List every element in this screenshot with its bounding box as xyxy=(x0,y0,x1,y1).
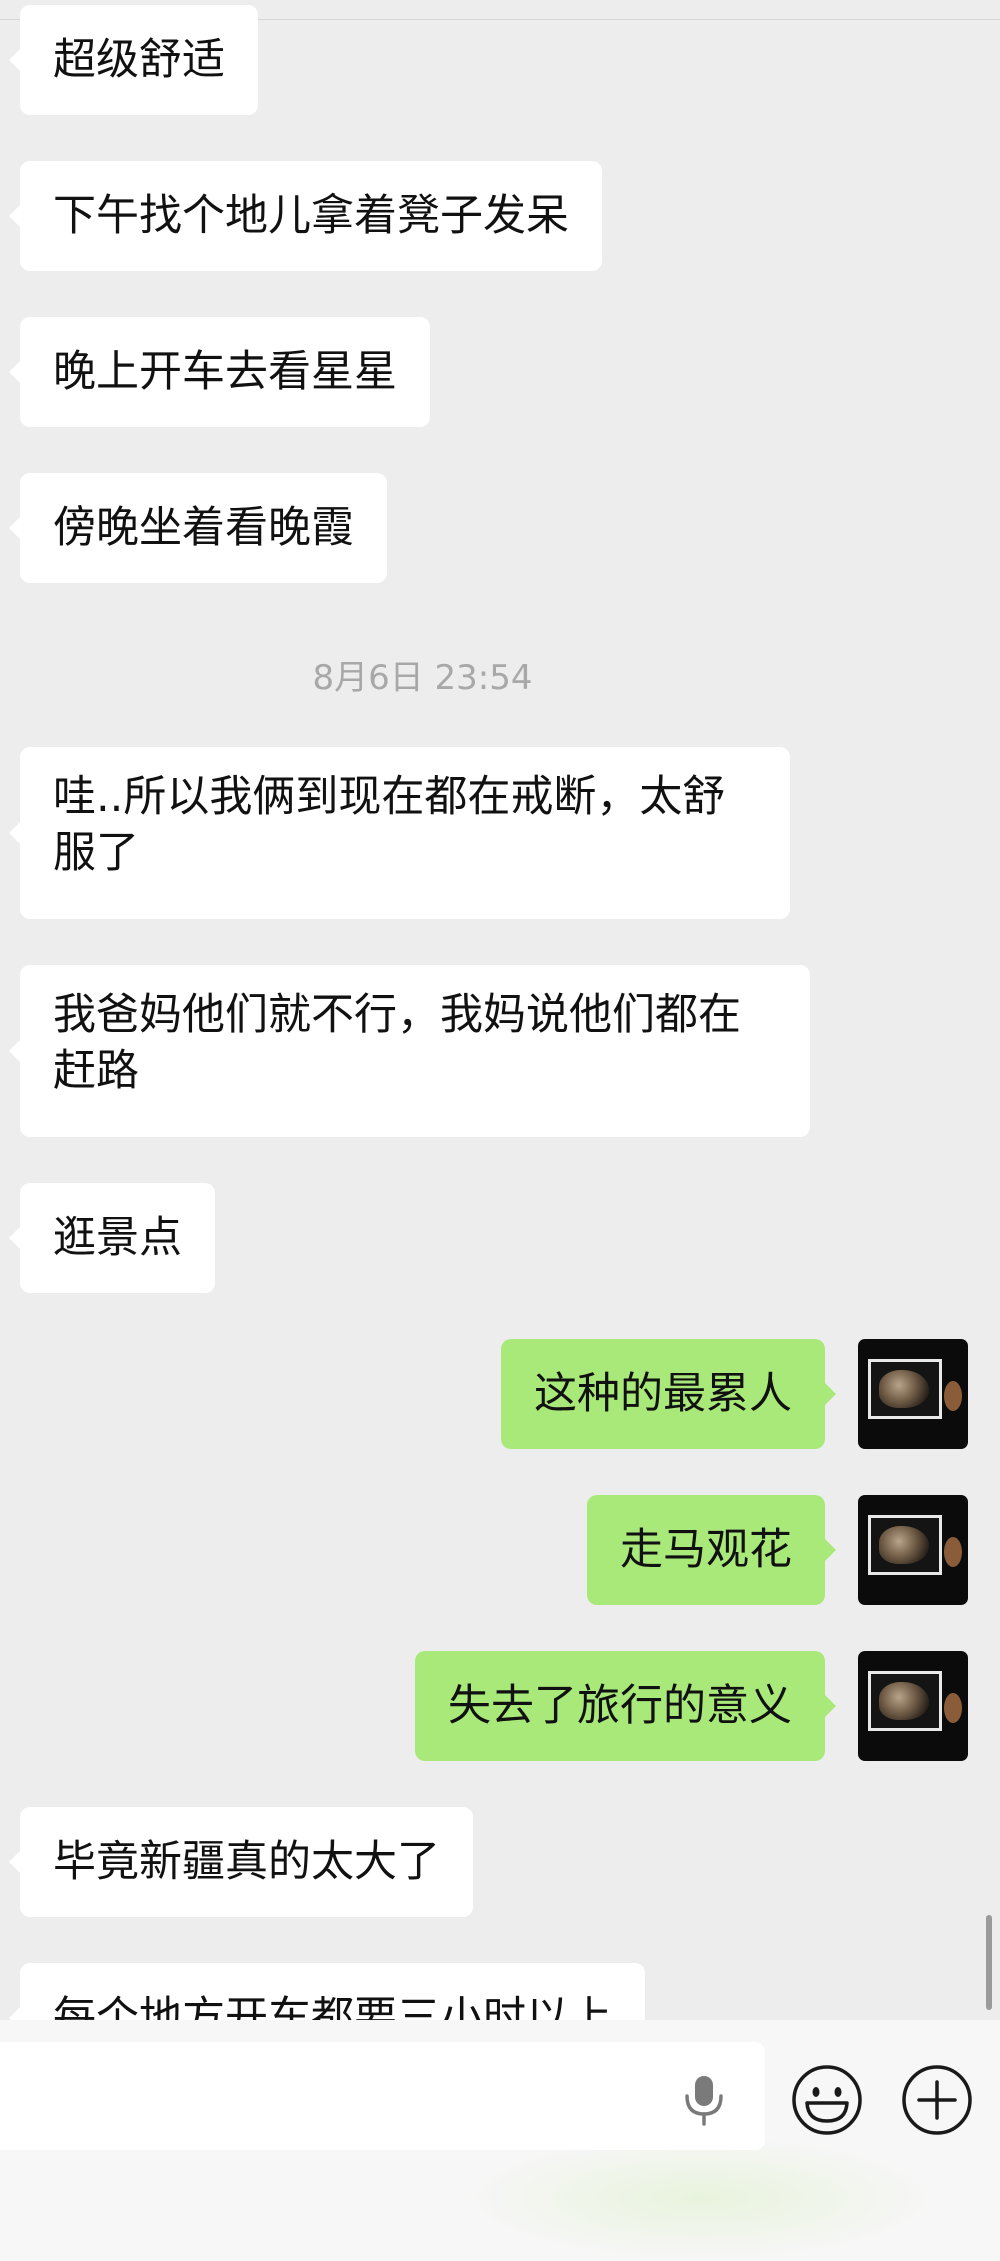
message-incoming[interactable]: 哇..所以我俩到现在都在戒断，太舒 服了 xyxy=(9,747,790,919)
emoji-icon[interactable] xyxy=(790,2063,864,2137)
avatar-frame xyxy=(868,1359,942,1419)
message-text: 走马观花 xyxy=(620,1525,792,1575)
avatar-figure xyxy=(879,1526,929,1564)
message-outgoing[interactable]: 这种的最累人 xyxy=(501,1339,836,1449)
avatar-figure xyxy=(879,1370,929,1408)
message-incoming[interactable]: 晚上开车去看星星 xyxy=(9,317,430,427)
input-bar xyxy=(0,2020,1000,2261)
message-text: 超级舒适 xyxy=(53,35,225,85)
avatar-icon[interactable] xyxy=(858,1651,968,1761)
message-line: 哇..所以我俩到现在都在戒断，太舒 xyxy=(53,772,726,822)
message-incoming[interactable]: 超级舒适 xyxy=(9,5,258,115)
message-outgoing[interactable]: 失去了旅行的意义 xyxy=(415,1651,836,1761)
message-text: 这种的最累人 xyxy=(534,1369,792,1419)
message-text: 下午找个地儿拿着凳子发呆 xyxy=(53,191,569,241)
message-text: 失去了旅行的意义 xyxy=(448,1681,792,1731)
message-incoming[interactable]: 逛景点 xyxy=(9,1183,215,1293)
message-text: 毕竟新疆真的太大了 xyxy=(53,1837,440,1887)
message-text: 傍晚坐着看晚霞 xyxy=(53,503,354,553)
message-incoming[interactable]: 傍晚坐着看晚霞 xyxy=(9,473,387,583)
message-outgoing[interactable]: 走马观花 xyxy=(587,1495,836,1605)
input-bar-glow xyxy=(460,2135,940,2261)
chat-area[interactable]: 超级舒适 下午找个地儿拿着凳子发呆 晚上开车去看星星 傍晚坐着看晚霞 8月6日 … xyxy=(0,0,1000,2020)
avatar-frame xyxy=(868,1671,942,1731)
plus-icon[interactable] xyxy=(900,2063,974,2137)
avatar-face xyxy=(944,1381,962,1411)
message-text: 每个地方开车都要三小时以上 xyxy=(53,1993,612,2020)
avatar-figure xyxy=(879,1682,929,1720)
message-incoming[interactable]: 毕竟新疆真的太大了 xyxy=(9,1807,473,1917)
message-line: 服了 xyxy=(53,828,139,878)
message-line: 我爸妈他们就不行，我妈说他们都在 xyxy=(53,990,741,1040)
message-line: 赶路 xyxy=(53,1046,139,1096)
message-input[interactable] xyxy=(0,2042,765,2150)
message-incoming[interactable]: 每个地方开车都要三小时以上 xyxy=(9,1963,645,2020)
message-text: 哇..所以我俩到现在都在戒断，太舒 服了 xyxy=(53,769,725,881)
scrollbar[interactable] xyxy=(986,1915,992,2010)
microphone-icon[interactable] xyxy=(682,2074,726,2126)
timestamp: 8月6日 23:54 xyxy=(312,658,533,698)
message-incoming[interactable]: 我爸妈他们就不行，我妈说他们都在 赶路 xyxy=(9,965,810,1137)
avatar-icon[interactable] xyxy=(858,1339,968,1449)
message-text: 逛景点 xyxy=(53,1213,182,1263)
avatar-face xyxy=(944,1537,962,1567)
message-text: 晚上开车去看星星 xyxy=(53,347,397,397)
message-incoming[interactable]: 下午找个地儿拿着凳子发呆 xyxy=(9,161,602,271)
avatar-frame xyxy=(868,1515,942,1575)
avatar-face xyxy=(944,1693,962,1723)
avatar-icon[interactable] xyxy=(858,1495,968,1605)
message-text: 我爸妈他们就不行，我妈说他们都在 赶路 xyxy=(53,987,741,1099)
